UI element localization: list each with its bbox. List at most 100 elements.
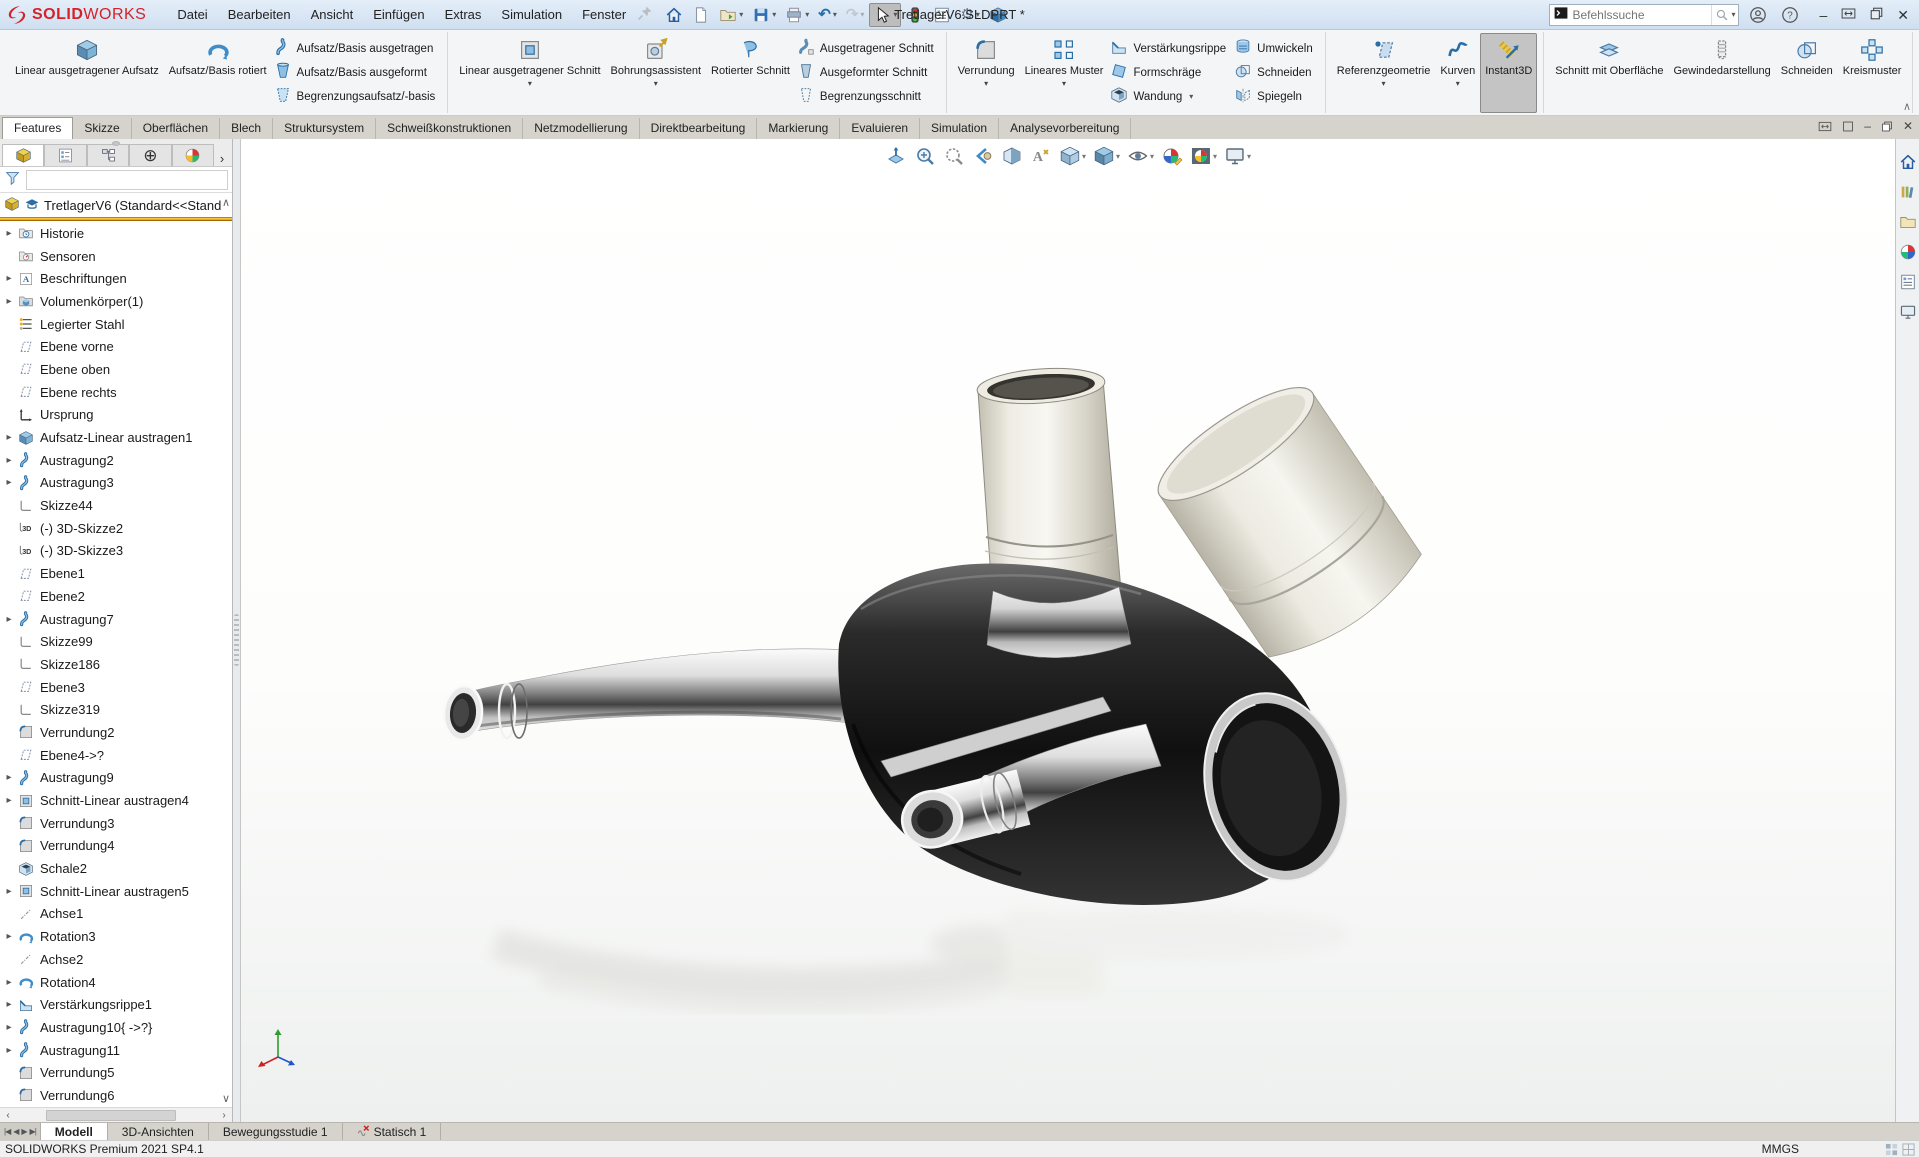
open-document-button[interactable]: ▾ [715, 3, 747, 27]
tab-struktursystem[interactable]: Struktursystem [273, 118, 376, 139]
tree-root-item[interactable]: TretlagerV6 (Standard<<Stand [0, 194, 232, 216]
tree-item-ursprung[interactable]: Ursprung [0, 404, 232, 427]
tree-item-verrundung6[interactable]: Verrundung6 [0, 1084, 232, 1107]
tab-netzmodellierung[interactable]: Netzmodellierung [523, 118, 639, 139]
dropdown-arrow-icon[interactable]: ▾ [1062, 79, 1066, 88]
tree-item-historie[interactable]: ▸Historie [0, 222, 232, 245]
menu-item-fenster[interactable]: Fenster [573, 3, 635, 26]
panel-tab-dimxpertmanager[interactable]: ⊕ [129, 144, 171, 166]
dropdown-arrow-icon[interactable]: ▾ [976, 10, 980, 19]
expand-arrow-icon[interactable]: ▸ [2, 931, 16, 942]
taskpane-forum-button[interactable] [1899, 303, 1917, 321]
dropdown-arrow-icon[interactable]: ▾ [739, 10, 743, 19]
options-button[interactable]: ⚙▾ [956, 4, 983, 25]
taskpane-home-button[interactable] [1899, 153, 1917, 171]
command-search[interactable]: ▾ [1549, 4, 1739, 26]
tree-item-skizze186[interactable]: Skizze186 [0, 653, 232, 676]
panel-tab-configurationmanager[interactable] [87, 144, 129, 166]
dropdown-arrow-icon[interactable]: ▾ [805, 10, 809, 19]
search-icon[interactable]: ▾ [1711, 5, 1738, 25]
doc-close-button[interactable]: ✕ [1903, 119, 1913, 133]
first-tab-button[interactable]: |◀ [4, 1127, 10, 1136]
tree-item-austragung9[interactable]: ▸Austragung9 [0, 767, 232, 790]
annotation-views-button[interactable]: A [1028, 143, 1054, 169]
tab-schweißkonstruktionen[interactable]: Schweißkonstruktionen [376, 118, 523, 139]
tree-item-austragung2[interactable]: ▸Austragung2 [0, 449, 232, 472]
filter-input[interactable] [26, 170, 228, 190]
expand-arrow-icon[interactable]: ▸ [2, 296, 16, 307]
ribbon-button-gewindedarstellung[interactable]: Gewindedarstellung [1669, 33, 1776, 113]
taskpane-file-explorer-button[interactable] [1899, 213, 1917, 231]
file-properties-button[interactable] [929, 3, 955, 27]
dropdown-arrow-icon[interactable]: ▾ [1456, 79, 1460, 88]
ribbon-button-umwickeln[interactable]: Umwickeln [1232, 37, 1319, 60]
doc-restore-button[interactable] [1881, 121, 1893, 132]
tab-blech[interactable]: Blech [220, 118, 273, 139]
ribbon-button-verrundung[interactable]: Verrundung▾ [953, 33, 1020, 113]
tree-item-austragung10-[interactable]: ▸Austragung10{ ->?} [0, 1016, 232, 1039]
tree-item-verst-rkungsrippe1[interactable]: ▸Verstärkungsrippe1 [0, 993, 232, 1016]
display-style-button[interactable]: ▾ [1091, 143, 1122, 169]
dropdown-arrow-icon[interactable]: ▾ [1247, 152, 1251, 161]
tree-item-aufsatz-linear-austragen1[interactable]: ▸Aufsatz-Linear austragen1 [0, 426, 232, 449]
expand-arrow-icon[interactable]: ▸ [2, 432, 16, 443]
tree-item-verrundung3[interactable]: Verrundung3 [0, 812, 232, 835]
next-tab-button[interactable]: ▶ [21, 1127, 26, 1136]
tree-item-ebene4-[interactable]: Ebene4->? [0, 744, 232, 767]
doc-tab-statisch-1[interactable]: Statisch 1 [343, 1123, 442, 1140]
tree-item-ebene-rechts[interactable]: Ebene rechts [0, 381, 232, 404]
panel-grid-icon[interactable] [1885, 1143, 1898, 1156]
tree-item-verrundung5[interactable]: Verrundung5 [0, 1061, 232, 1084]
ribbon-button-ausgetragener-schnitt[interactable]: Ausgetragener Schnitt [795, 37, 940, 60]
model-3d[interactable] [241, 139, 1895, 1122]
dropdown-arrow-icon[interactable]: ▾ [1116, 152, 1120, 161]
ribbon-button-linear-ausgetragener-aufsatz[interactable]: Linear ausgetragener Aufsatz [10, 33, 164, 113]
panel-tab-featuremanager[interactable] [2, 144, 44, 166]
tree-horizontal-scrollbar[interactable]: ‹ › [0, 1107, 232, 1122]
ribbon-button-aufsatz-basis-ausgetragen[interactable]: Aufsatz/Basis ausgetragen [272, 37, 442, 60]
tree-item-achse2[interactable]: Achse2 [0, 948, 232, 971]
panel-tab-displaymanager[interactable] [172, 144, 214, 166]
tree-item-legierter-stahl[interactable]: Legierter Stahl [0, 313, 232, 336]
dropdown-arrow-icon[interactable]: ▾ [1213, 152, 1217, 161]
tree-item-ebene2[interactable]: Ebene2 [0, 585, 232, 608]
menu-item-bearbeiten[interactable]: Bearbeiten [219, 3, 300, 26]
ribbon-button-ausgeformter-schnitt[interactable]: Ausgeformter Schnitt [795, 61, 940, 84]
rebuild-button[interactable] [902, 3, 928, 27]
panel-tab-propertymanager[interactable] [44, 144, 86, 166]
ribbon-button-bohrungsassistent[interactable]: Bohrungsassistent▾ [606, 33, 707, 113]
menu-item-ansicht[interactable]: Ansicht [302, 3, 363, 26]
ribbon-button-kurven[interactable]: Kurven▾ [1435, 33, 1480, 113]
expand-arrow-icon[interactable]: ▸ [2, 886, 16, 897]
tree-item-ebene-vorne[interactable]: Ebene vorne [0, 335, 232, 358]
ribbon-button-referenzgeometrie[interactable]: Referenzgeometrie▾ [1332, 33, 1436, 113]
dropdown-arrow-icon[interactable]: ▾ [893, 10, 897, 19]
ribbon-button-begrenzungsschnitt[interactable]: Begrenzungsschnitt [795, 85, 940, 108]
zoom-to-area-button[interactable] [912, 143, 938, 169]
ribbon-button-schnitt-mit-oberfl-che[interactable]: Schnitt mit Oberfläche [1550, 33, 1668, 113]
ribbon-button-schneiden[interactable]: Schneiden [1232, 61, 1319, 84]
tree-item-achse1[interactable]: Achse1 [0, 903, 232, 926]
hscroll-left-icon[interactable]: ‹ [0, 1110, 16, 1121]
tree-item-schale2[interactable]: Schale2 [0, 857, 232, 880]
tree-item-rotation4[interactable]: ▸Rotation4 [0, 971, 232, 994]
redo-button[interactable]: ↷▾ [842, 4, 869, 25]
panel-grid-icon[interactable] [1902, 1143, 1915, 1156]
ribbon-button-schneiden[interactable]: Schneiden [1776, 33, 1838, 113]
tree-item-rotation3[interactable]: ▸Rotation3 [0, 925, 232, 948]
expand-arrow-icon[interactable]: ▸ [2, 273, 16, 284]
menu-item-extras[interactable]: Extras [436, 3, 491, 26]
tree-item-beschriftungen[interactable]: ▸ABeschriftungen [0, 267, 232, 290]
ribbon-collapse-icon[interactable]: ∧ [1903, 100, 1911, 113]
visualize-button[interactable] [985, 3, 1011, 27]
doc-tab-modell[interactable]: Modell [41, 1123, 108, 1140]
tree-item-sensoren[interactable]: Sensoren [0, 245, 232, 268]
search-input[interactable] [1572, 8, 1711, 22]
previous-view-button[interactable] [970, 143, 996, 169]
expand-arrow-icon[interactable]: ▸ [2, 477, 16, 488]
menu-item-einfügen[interactable]: Einfügen [364, 3, 433, 26]
panel-splitter[interactable] [233, 139, 241, 1122]
tree-item-skizze44[interactable]: Skizze44 [0, 494, 232, 517]
view-orientation-button[interactable]: ▾ [1057, 143, 1088, 169]
dropdown-arrow-icon[interactable]: ▾ [1150, 152, 1154, 161]
